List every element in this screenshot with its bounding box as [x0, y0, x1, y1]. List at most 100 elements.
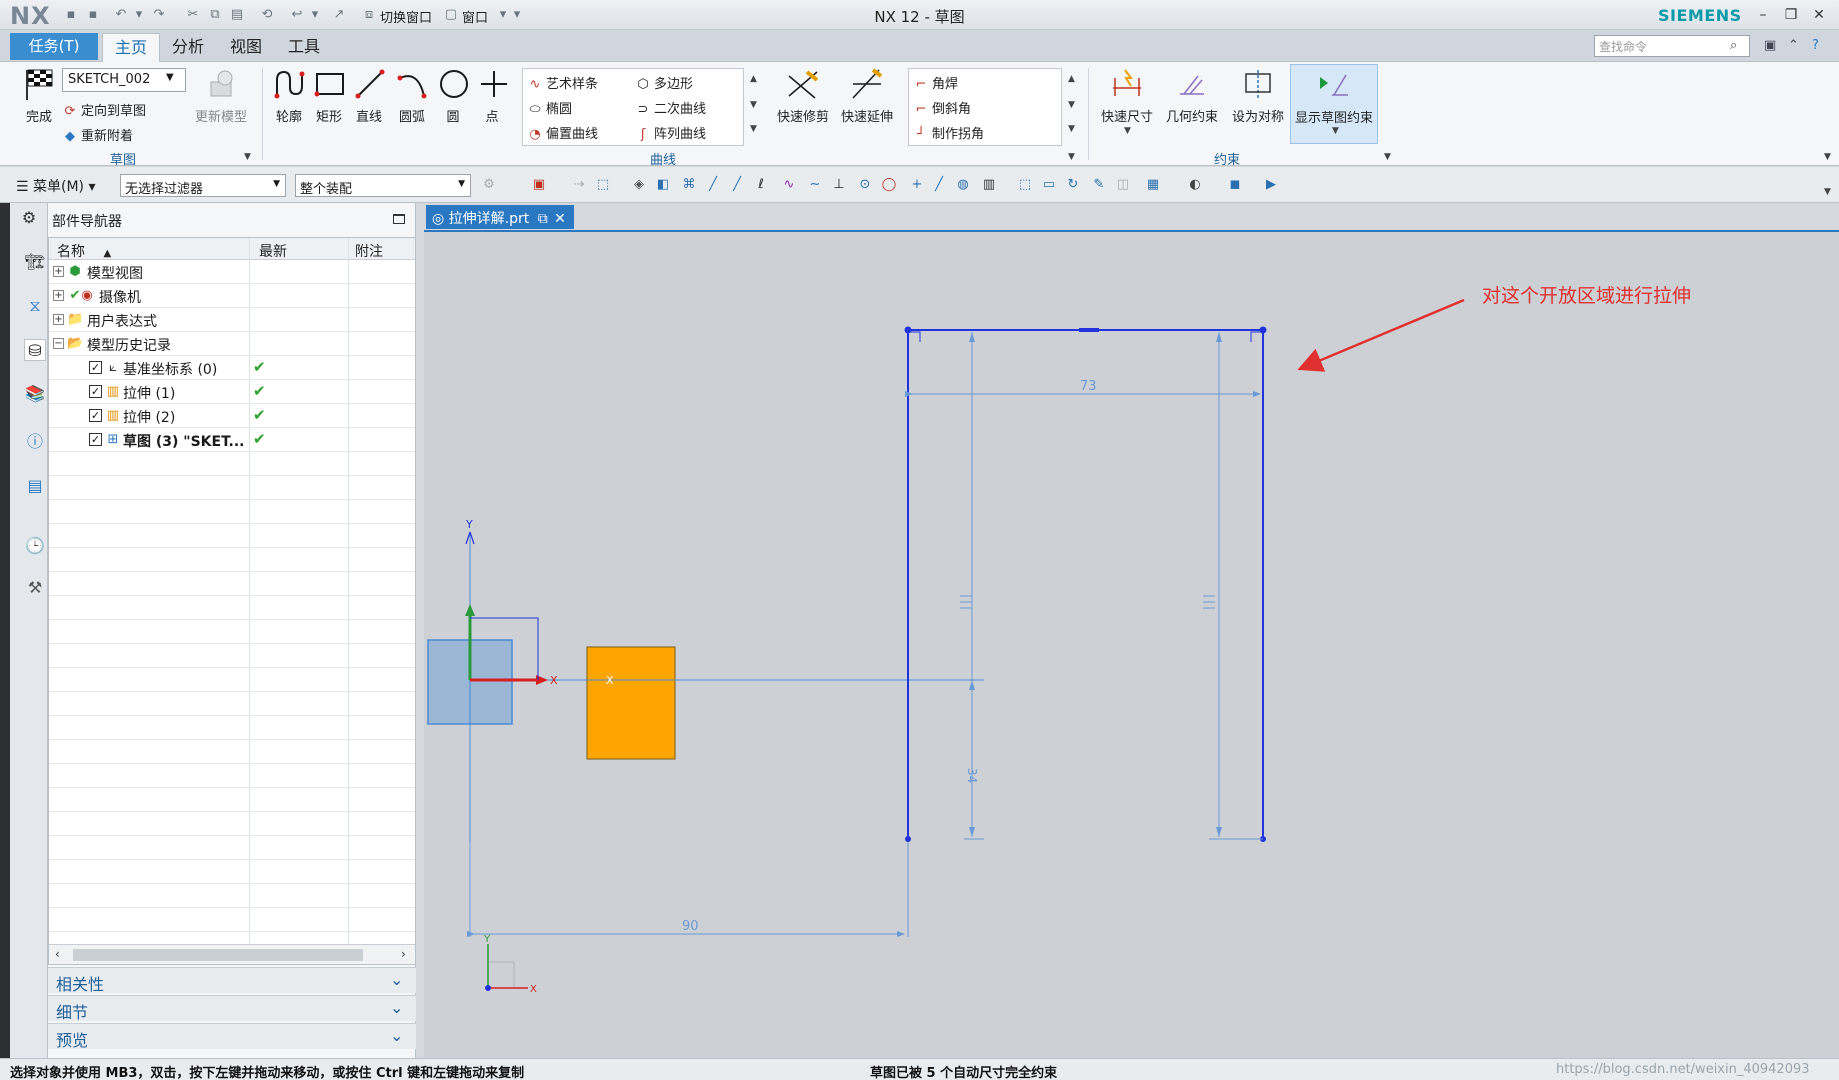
part-navigator-icon[interactable]: ⛁	[24, 339, 46, 361]
constraint-navigator-icon[interactable]: ⧖	[24, 295, 46, 317]
scroll-left-icon[interactable]: ‹	[55, 947, 60, 961]
ellipse-button[interactable]: ⬭ 椭圆	[527, 98, 572, 117]
expand-icon[interactable]: +	[53, 314, 64, 325]
history-icon[interactable]: 🕒	[24, 535, 46, 557]
make-symmetric-button[interactable]: 设为对称	[1228, 66, 1288, 125]
orient-to-sketch-button[interactable]: ⟳ 定向到草图	[62, 100, 146, 119]
hd3d-tools-icon[interactable]: ⓘ	[24, 431, 46, 453]
intersection-icon[interactable]: ∿	[780, 177, 798, 193]
snap-settings-icon[interactable]: ⌘	[680, 177, 698, 193]
finish-sketch-button[interactable]: 完成	[20, 66, 58, 125]
document-tab[interactable]: ◎ 拉伸详解.prt ⧉ ✕	[426, 205, 574, 229]
graphics-window[interactable]: Y X X 73 34 90 Y X 对这个开放区域进行拉伸	[424, 230, 1839, 1062]
chevron-down-icon[interactable]: ▼	[166, 72, 174, 83]
section-preview[interactable]: 预览 ⌄	[48, 1023, 416, 1050]
fit-view-icon[interactable]: ⬚	[1016, 177, 1034, 193]
corner-scroll-up-icon[interactable]: ▲	[1068, 74, 1075, 84]
pan-icon[interactable]: ✎	[1090, 177, 1108, 193]
ribbon-options-icon[interactable]: ▣	[1764, 38, 1776, 53]
point-button[interactable]: 点	[476, 66, 508, 125]
column-header-name[interactable]: 名称 ▲	[57, 241, 111, 261]
curve-command-dropdown-icon[interactable]: ▾	[306, 6, 324, 24]
scrollbar-thumb[interactable]	[73, 949, 363, 961]
customize-quick-access-icon[interactable]: ▾	[508, 6, 526, 24]
quick-extend-button[interactable]: 快速延伸	[838, 66, 896, 125]
show-constraints-dropdown-icon[interactable]: ▼	[1332, 126, 1339, 136]
reattach-button[interactable]: ◆ 重新附着	[62, 125, 133, 144]
window-menu-button[interactable]: 窗口	[462, 7, 488, 26]
select-face-icon[interactable]: ◧	[654, 177, 672, 193]
window-icon[interactable]: ▢	[442, 6, 460, 24]
system-materials-icon[interactable]: ⚒	[24, 577, 46, 599]
visibility-checkbox[interactable]: ✓	[89, 385, 102, 398]
visibility-checkbox[interactable]: ✓	[89, 409, 102, 422]
selbar-more-icon[interactable]: ▼	[1824, 187, 1831, 197]
restore-button[interactable]: ❐	[1778, 4, 1804, 26]
render-style-icon[interactable]: ◐	[1186, 177, 1204, 193]
general-selection-icon[interactable]: ⚙	[480, 177, 498, 193]
polygon-button[interactable]: ⬡ 多边形	[635, 73, 693, 92]
visibility-checkbox[interactable]: ✓	[89, 361, 102, 374]
select-body-icon[interactable]: ◈	[630, 177, 648, 193]
help-icon[interactable]: ?	[1812, 38, 1819, 53]
collapse-icon[interactable]: −	[53, 338, 64, 349]
end-point-icon[interactable]: ╱	[704, 177, 722, 193]
gallery-expand-icon[interactable]: ▼	[750, 124, 757, 134]
undo-list-icon[interactable]: ▾	[130, 6, 148, 24]
snap-point-icon[interactable]: ▣	[530, 177, 548, 193]
show-hide-icon[interactable]: ▶	[1262, 177, 1280, 193]
offset-curve-button[interactable]: ◔ 偏置曲线	[527, 123, 598, 142]
maximize-panel-icon[interactable]	[393, 214, 405, 224]
tree-row-model-history[interactable]: − 📂 模型历史记录	[49, 332, 415, 356]
point-on-surface-icon[interactable]: ◍	[954, 177, 972, 193]
switch-window-button[interactable]: 切换窗口	[380, 7, 432, 26]
tab-pin-icon[interactable]: ⧉	[538, 211, 548, 227]
redo-icon[interactable]: ↷	[150, 6, 168, 24]
circle-button[interactable]: 圆	[436, 66, 470, 125]
quick-trim-button[interactable]: 快速修剪	[774, 66, 832, 125]
width-dimension-value[interactable]: 73	[1080, 379, 1097, 394]
studio-spline-button[interactable]: ∿ 艺术样条	[527, 73, 598, 92]
bounded-grid-icon[interactable]: ▥	[980, 177, 998, 193]
orange-block[interactable]	[586, 646, 676, 760]
perpendicular-icon[interactable]: ⊥	[830, 177, 848, 193]
tree-row-extrude-2[interactable]: ✓ ▥ 拉伸 (2) ✔	[49, 404, 415, 428]
corner-scroll-down-icon[interactable]: ▼	[1068, 100, 1075, 110]
tree-row-cameras[interactable]: + ✔ ◉ 摄像机	[49, 284, 415, 308]
ribbon-more-icon[interactable]: ▼	[1824, 152, 1831, 162]
gallery-scroll-up-icon[interactable]: ▲	[750, 74, 757, 84]
scroll-right-icon[interactable]: ›	[401, 947, 406, 961]
tab-analysis[interactable]: 分析	[160, 33, 216, 62]
curve-command-icon[interactable]: ↩	[288, 6, 306, 24]
make-corner-button[interactable]: ┘ 制作拐角	[913, 123, 984, 142]
select-filter-icon[interactable]: ⇢	[570, 177, 588, 193]
rotate-icon[interactable]: ↻	[1064, 177, 1082, 193]
type-filter-select[interactable]: 无选择过滤器 ▼	[120, 174, 286, 197]
line-button[interactable]: 直线	[352, 66, 386, 125]
box-select-icon[interactable]: ⬚	[594, 177, 612, 193]
arc-center-icon[interactable]: ⊙	[856, 177, 874, 193]
chamfer-button[interactable]: ⌐ 倒斜角	[913, 98, 971, 117]
reuse-library-icon[interactable]: 📚	[24, 383, 46, 405]
rapid-dimension-button[interactable]: 快速尺寸	[1098, 66, 1156, 125]
web-browser-icon[interactable]: ▤	[24, 475, 46, 497]
paste-icon[interactable]: ▤	[228, 6, 246, 24]
expand-icon[interactable]: +	[53, 290, 64, 301]
control-point-icon[interactable]: ℓ	[752, 177, 770, 193]
tab-task[interactable]: 任务(T)	[10, 33, 98, 60]
pattern-curve-button[interactable]: ʃ 阵列曲线	[635, 123, 706, 142]
horizontal-scrollbar[interactable]: ‹ ›	[49, 944, 415, 964]
zoom-icon[interactable]: ▭	[1040, 177, 1058, 193]
column-header-notes[interactable]: 附注	[355, 241, 383, 261]
switch-window-icon[interactable]: ⧈	[360, 6, 378, 24]
perspective-icon[interactable]: ◫	[1114, 177, 1132, 193]
save-all-icon[interactable]: ▪	[84, 6, 102, 24]
orient-view-dropdown-icon[interactable]: ▦	[1144, 177, 1162, 193]
touch-mode-icon[interactable]: ↗	[330, 6, 348, 24]
undo-icon[interactable]: ↶	[112, 6, 130, 24]
save-icon[interactable]: ▪	[62, 6, 80, 24]
quadrant-icon[interactable]: ◯	[880, 177, 898, 193]
fillet-button[interactable]: ⌐ 角焊	[913, 73, 958, 92]
mid-point-icon[interactable]: ╱	[728, 177, 746, 193]
existing-point-icon[interactable]: +	[908, 177, 926, 193]
